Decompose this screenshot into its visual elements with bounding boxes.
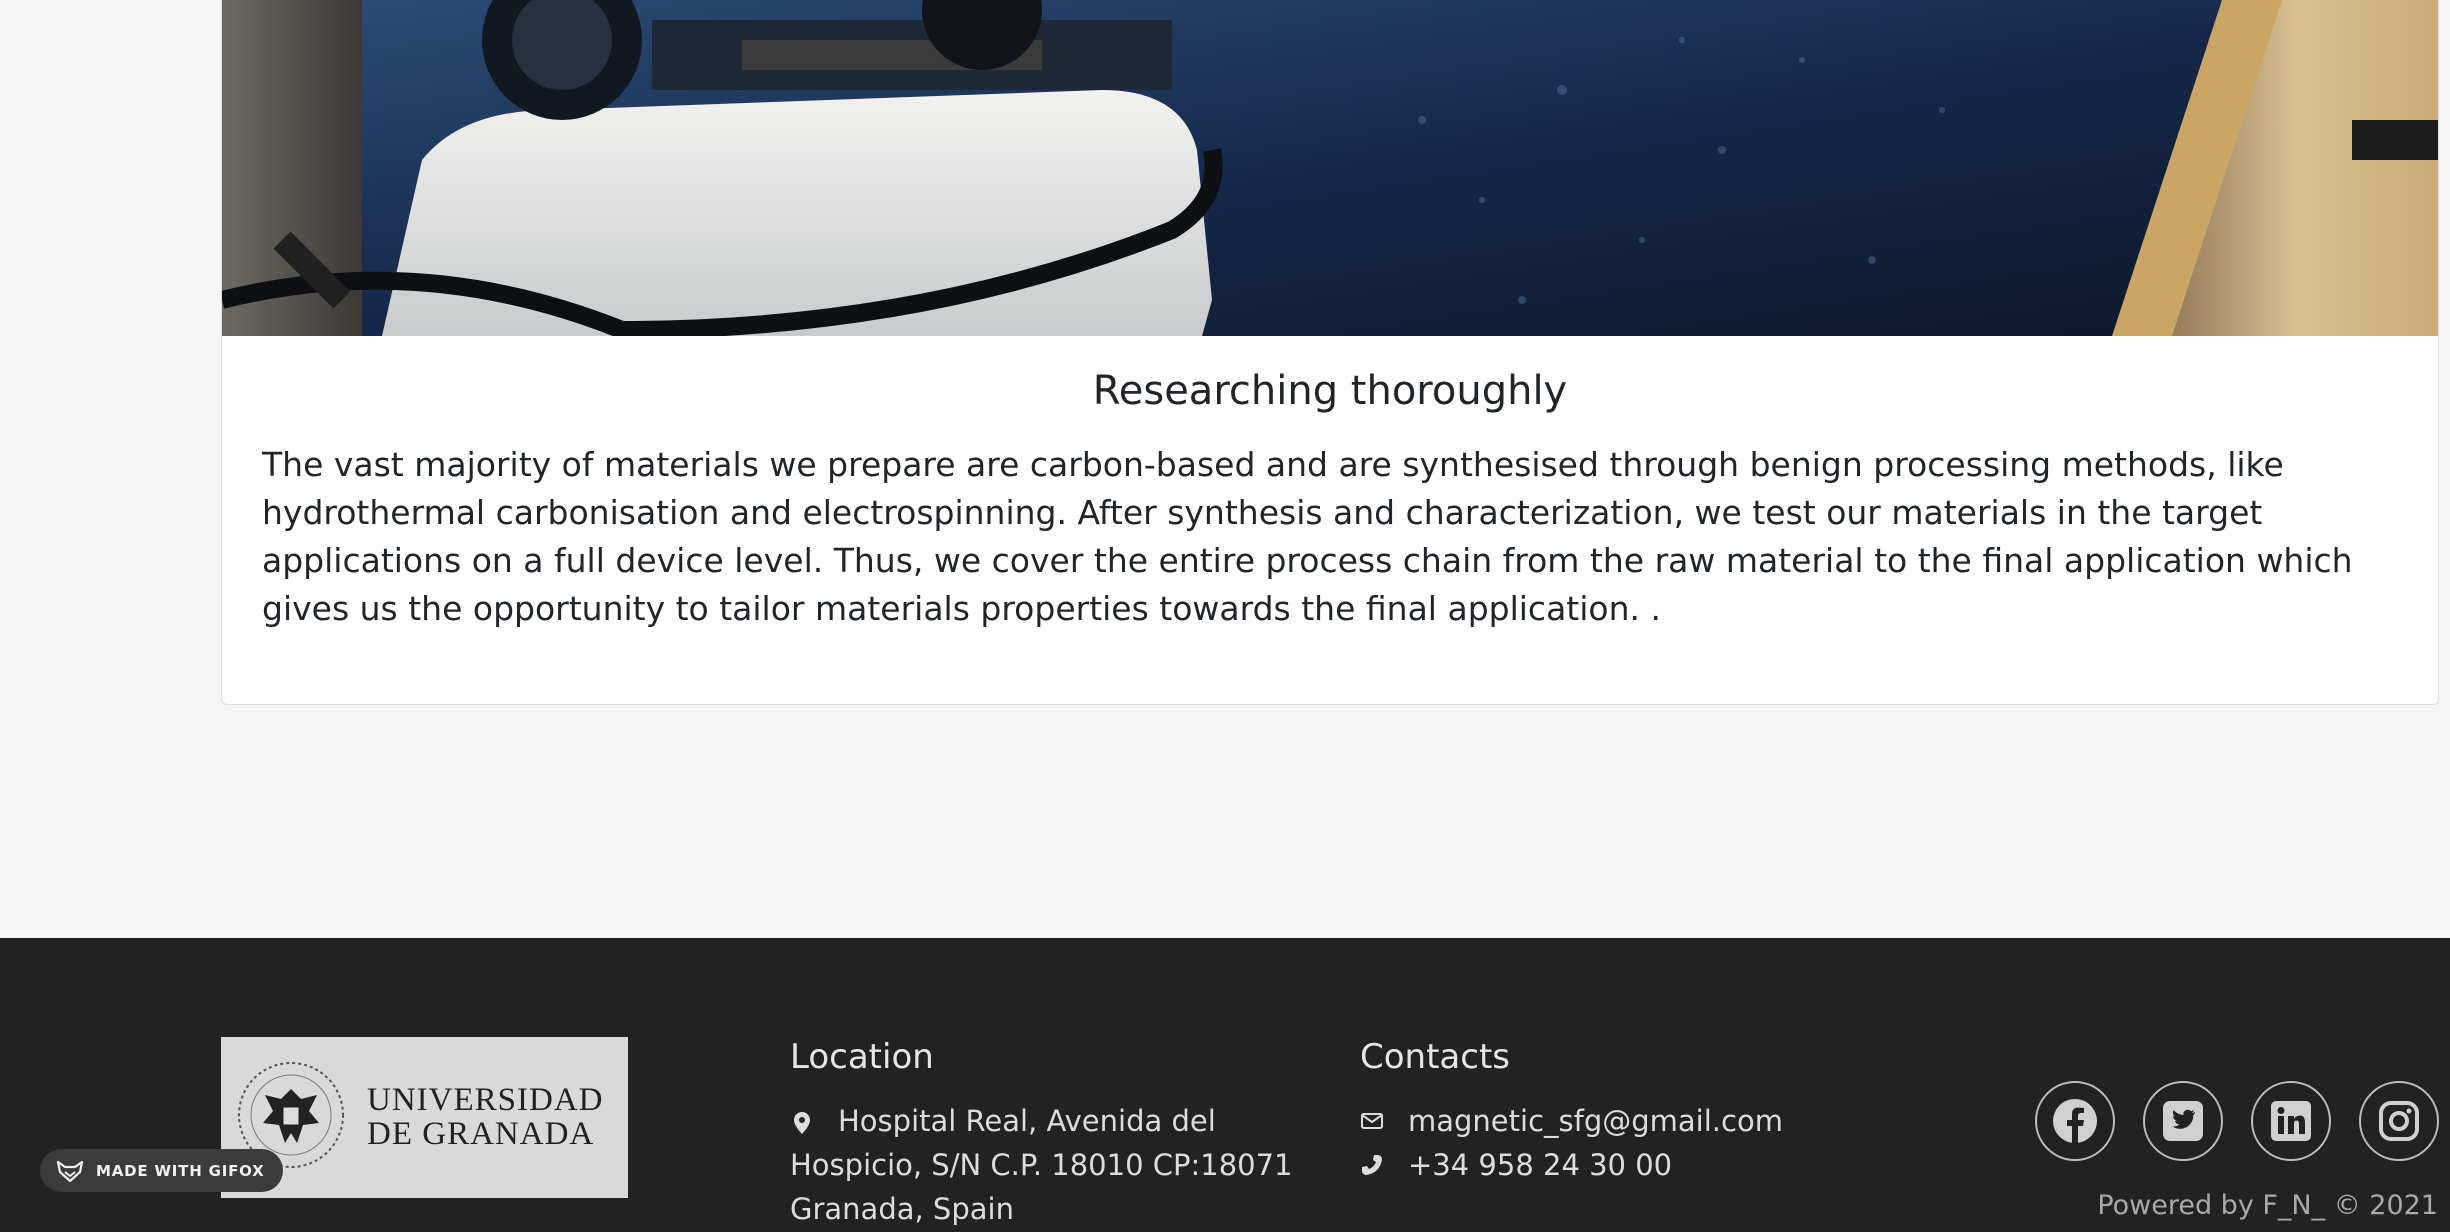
card-title: Researching thoroughly	[1092, 368, 1568, 414]
university-name: UNIVERSIDAD DE GRANADA	[367, 1082, 604, 1152]
map-marker-icon	[794, 1112, 810, 1134]
contacts-section: Contacts magnetic_sfg@gmail.com +34 958 …	[1360, 1037, 1920, 1187]
facebook-icon	[2053, 1099, 2097, 1143]
location-address: Hospital Real, Avenida del Hospicio, S/N…	[790, 1099, 1310, 1231]
phone-icon	[1362, 1155, 1382, 1175]
envelope-icon	[1361, 1113, 1383, 1129]
gifox-label: MADE WITH GIFOX	[96, 1161, 265, 1180]
phone-number[interactable]: +34 958 24 30 00	[1408, 1143, 1672, 1187]
research-card: Researching thoroughly The vast majority…	[221, 0, 2439, 705]
card-body: The vast majority of materials we prepar…	[262, 445, 2353, 628]
address-text: Hospital Real, Avenida del Hospicio, S/N…	[790, 1104, 1293, 1226]
location-section: Location Hospital Real, Avenida del Hosp…	[790, 1037, 1310, 1231]
email-row[interactable]: magnetic_sfg@gmail.com	[1360, 1099, 1920, 1143]
linkedin-icon	[2271, 1101, 2311, 1141]
gifox-fox-icon	[56, 1160, 84, 1182]
location-heading: Location	[790, 1037, 934, 1077]
card-image	[222, 0, 2438, 336]
powered-by-text: Powered by F_N_ © 2021	[2097, 1190, 2438, 1221]
instagram-button[interactable]	[2359, 1081, 2439, 1161]
linkedin-button[interactable]	[2251, 1081, 2331, 1161]
contacts-heading: Contacts	[1360, 1037, 1510, 1077]
footer: UNIVERSIDAD DE GRANADA Location Hospital…	[0, 938, 2450, 1232]
made-with-gifox-badge[interactable]: MADE WITH GIFOX	[40, 1149, 283, 1192]
twitter-icon	[2163, 1101, 2203, 1141]
phone-row[interactable]: +34 958 24 30 00	[1360, 1143, 1920, 1187]
instagram-icon	[2379, 1101, 2419, 1141]
email-link[interactable]: magnetic_sfg@gmail.com	[1408, 1099, 1783, 1143]
twitter-button[interactable]	[2143, 1081, 2223, 1161]
facebook-button[interactable]	[2035, 1081, 2115, 1161]
social-links	[2035, 1081, 2439, 1161]
